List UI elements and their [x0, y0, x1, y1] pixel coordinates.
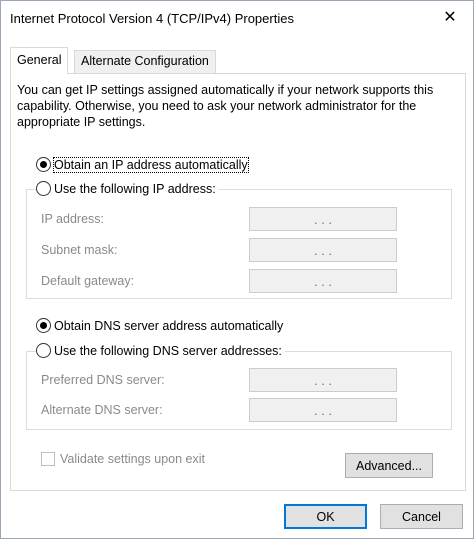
validate-settings-label: Validate settings upon exit — [60, 452, 206, 466]
default-gateway-field[interactable]: . . . — [249, 269, 397, 293]
obtain-dns-auto-radio[interactable]: Obtain DNS server address automatically — [36, 318, 287, 333]
default-gateway-label: Default gateway: — [41, 274, 135, 288]
advanced-button[interactable]: Advanced... — [345, 453, 433, 478]
use-following-ip-label: Use the following IP address: — [54, 181, 216, 196]
ip-address-label: IP address: — [41, 212, 105, 226]
subnet-mask-label: Subnet mask: — [41, 243, 118, 257]
radio-unchecked-icon — [36, 343, 51, 358]
obtain-ip-auto-label: Obtain an IP address automatically — [53, 156, 249, 173]
tab-alternate-configuration[interactable]: Alternate Configuration — [74, 50, 216, 73]
dialog-window: Internet Protocol Version 4 (TCP/IPv4) P… — [0, 0, 474, 539]
obtain-ip-auto-radio[interactable]: Obtain an IP address automatically — [36, 156, 251, 173]
alternate-dns-label: Alternate DNS server: — [41, 403, 163, 417]
radio-checked-icon — [36, 157, 51, 172]
description-text: You can get IP settings assigned automat… — [17, 83, 434, 129]
checkbox-icon — [41, 452, 55, 466]
validate-settings-checkbox[interactable]: Validate settings upon exit — [41, 452, 205, 466]
window-title: Internet Protocol Version 4 (TCP/IPv4) P… — [10, 11, 294, 26]
radio-unchecked-icon — [36, 181, 51, 196]
obtain-dns-auto-label: Obtain DNS server address automatically — [54, 318, 284, 333]
use-following-ip-radio[interactable]: Use the following IP address: — [36, 181, 219, 196]
tab-general[interactable]: General — [10, 47, 69, 74]
cancel-button[interactable]: Cancel — [380, 504, 463, 529]
tab-strip: General Alternate Configuration — [10, 47, 466, 74]
radio-checked-icon — [36, 318, 51, 333]
subnet-mask-field[interactable]: . . . — [249, 238, 397, 262]
preferred-dns-field[interactable]: . . . — [249, 368, 397, 392]
ip-address-field[interactable]: . . . — [249, 207, 397, 231]
close-icon[interactable]: ✕ — [427, 1, 473, 33]
use-following-dns-label: Use the following DNS server addresses: — [54, 343, 282, 358]
use-following-dns-radio[interactable]: Use the following DNS server addresses: — [36, 343, 285, 358]
ok-button[interactable]: OK — [284, 504, 367, 529]
title-bar: Internet Protocol Version 4 (TCP/IPv4) P… — [1, 1, 473, 37]
alternate-dns-field[interactable]: . . . — [249, 398, 397, 422]
preferred-dns-label: Preferred DNS server: — [41, 373, 165, 387]
